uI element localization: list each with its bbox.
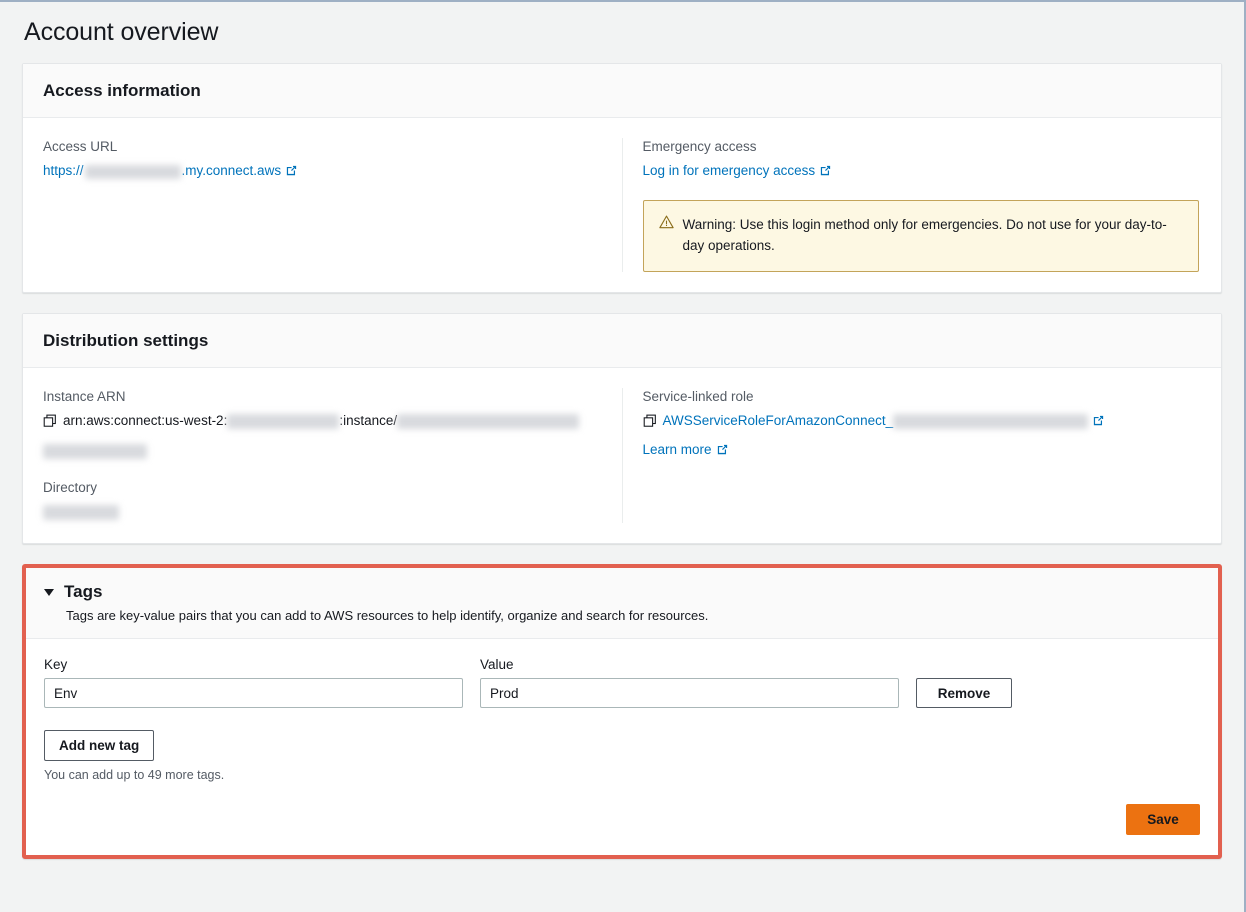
instance-arn-wrap-line: [43, 441, 602, 462]
learn-more-row: Learn more: [643, 440, 1202, 463]
directory-redacted: [43, 505, 119, 520]
directory-label: Directory: [43, 479, 602, 497]
instance-arn-id-redacted: [397, 414, 579, 429]
access-url-label: Access URL: [43, 138, 602, 156]
external-link-icon: [716, 442, 729, 463]
tag-key-field: Key: [44, 657, 463, 708]
access-information-card: Access information Access URL https:// .m…: [22, 63, 1222, 293]
distribution-settings-body: Instance ARN arn:aws:connect:us-west-2::…: [23, 368, 1221, 543]
tag-value-field: Value: [480, 657, 899, 708]
remove-tag-button[interactable]: Remove: [916, 678, 1012, 708]
warning-triangle-icon: [659, 215, 674, 234]
service-linked-role-label: Service-linked role: [643, 388, 1202, 406]
tags-heading: Tags: [64, 582, 102, 602]
instance-arn-id-redacted-continued: [43, 444, 147, 459]
service-linked-role-value: AWSServiceRoleForAmazonConnect_: [643, 411, 1202, 435]
access-information-header: Access information: [23, 64, 1221, 118]
instance-arn-part-1: arn:aws:connect:us-west-2:: [63, 413, 227, 428]
tag-key-label: Key: [44, 657, 463, 672]
caret-down-icon[interactable]: [44, 589, 54, 596]
page-title: Account overview: [22, 2, 1222, 63]
access-url-link[interactable]: https:// .my.connect.aws: [43, 163, 298, 178]
distribution-settings-header: Distribution settings: [23, 314, 1221, 368]
tag-value-label: Value: [480, 657, 899, 672]
instance-arn-label: Instance ARN: [43, 388, 602, 406]
tags-footer: Save: [26, 782, 1218, 855]
distribution-settings-heading: Distribution settings: [43, 331, 1201, 351]
access-information-body: Access URL https:// .my.connect.aws Emerg…: [23, 118, 1221, 292]
emergency-access-value: Log in for emergency access: [643, 161, 1202, 184]
tags-header[interactable]: Tags Tags are key-value pairs that you c…: [26, 568, 1218, 639]
tags-description: Tags are key-value pairs that you can ad…: [66, 607, 1200, 625]
tag-key-input[interactable]: [44, 678, 463, 708]
learn-more-link[interactable]: Learn more: [643, 442, 729, 457]
add-new-tag-button[interactable]: Add new tag: [44, 730, 154, 761]
external-link-icon: [1092, 413, 1105, 434]
emergency-access-column: Emergency access Log in for emergency ac…: [622, 138, 1202, 272]
service-linked-role-column: Service-linked role AWSServiceRoleForAma…: [622, 388, 1202, 523]
instance-arn-part-2: :instance/: [339, 413, 397, 428]
emergency-access-link[interactable]: Log in for emergency access: [643, 163, 833, 178]
instance-arn-column: Instance ARN arn:aws:connect:us-west-2::…: [43, 388, 622, 523]
copy-icon[interactable]: [643, 414, 657, 435]
instance-arn-value: arn:aws:connect:us-west-2: :instance/: [43, 411, 602, 435]
learn-more-text: Learn more: [643, 442, 712, 457]
emergency-access-warning: Warning: Use this login method only for …: [643, 200, 1199, 272]
access-url-value: https:// .my.connect.aws: [43, 161, 602, 184]
emergency-access-label: Emergency access: [643, 138, 1202, 156]
emergency-access-warning-text: Warning: Use this login method only for …: [683, 214, 1183, 257]
instance-arn-account-redacted: [227, 414, 339, 429]
service-linked-role-name: AWSServiceRoleForAmazonConnect_: [663, 413, 894, 428]
service-linked-role-redacted: [893, 414, 1088, 429]
access-url-prefix: https://: [43, 163, 84, 178]
tags-card: Tags Tags are key-value pairs that you c…: [22, 564, 1222, 859]
access-url-redacted: [85, 165, 181, 179]
tag-value-input[interactable]: [480, 678, 899, 708]
emergency-access-link-text: Log in for emergency access: [643, 163, 816, 178]
distribution-settings-card: Distribution settings Instance ARN arn:a…: [22, 313, 1222, 544]
access-url-suffix: .my.connect.aws: [182, 163, 282, 178]
directory-value: [43, 502, 602, 523]
tags-body: Key Value Remove Add new tag You can add…: [26, 639, 1218, 782]
access-information-heading: Access information: [43, 81, 1201, 101]
external-link-icon: [819, 163, 832, 184]
save-button[interactable]: Save: [1126, 804, 1200, 835]
tag-limit-hint: You can add up to 49 more tags.: [44, 768, 1200, 782]
copy-icon[interactable]: [43, 414, 57, 435]
account-overview-page: Account overview Access information Acce…: [0, 2, 1244, 859]
service-linked-role-link[interactable]: AWSServiceRoleForAmazonConnect_: [663, 413, 894, 428]
tag-row: Key Value Remove: [44, 657, 1200, 708]
access-url-column: Access URL https:// .my.connect.aws: [43, 138, 622, 272]
external-link-icon: [285, 163, 298, 184]
